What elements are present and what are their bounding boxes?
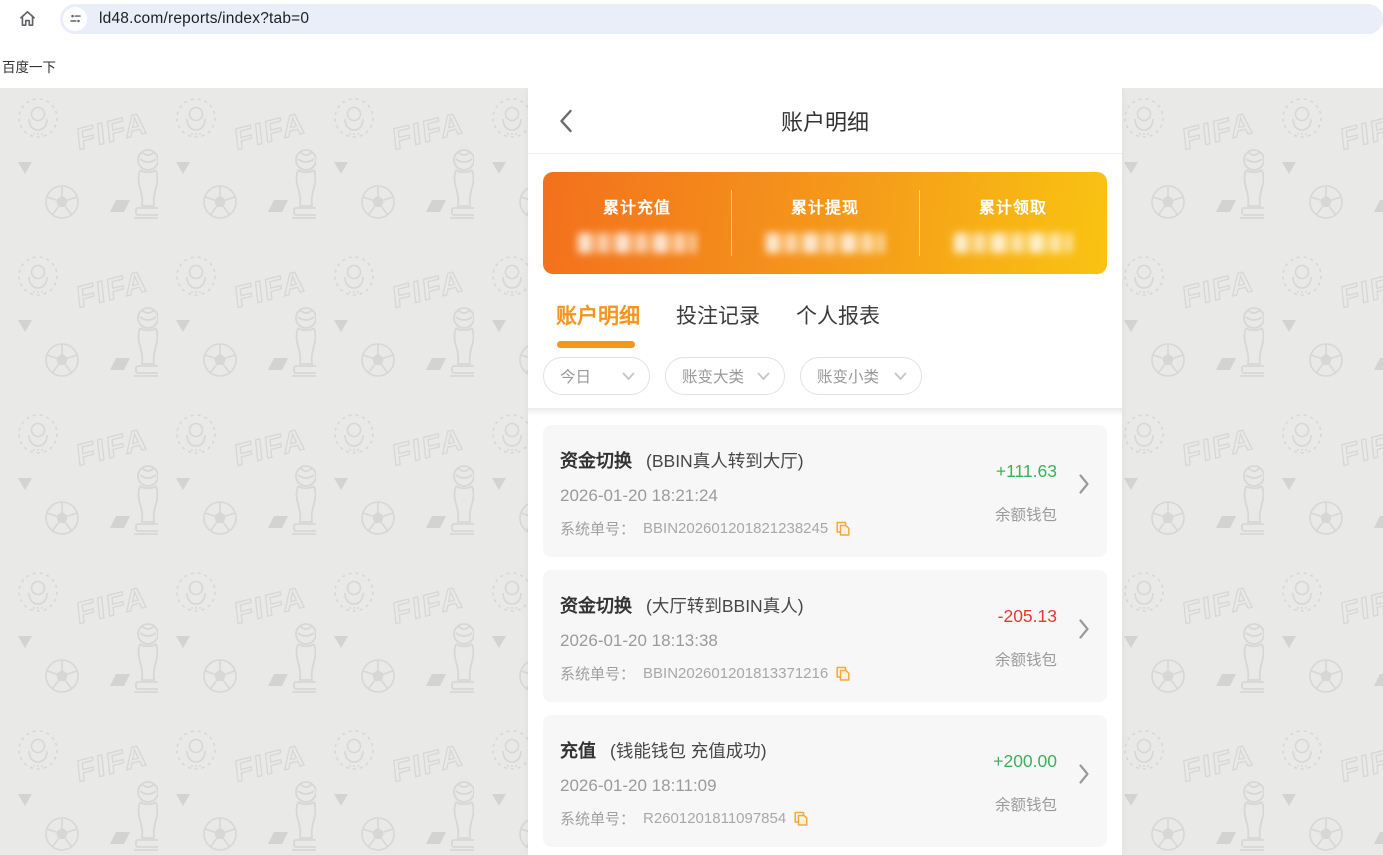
- transaction-row[interactable]: 资金切换 (BBIN真人转到大厅) 2026-01-20 18:21:24 系统…: [543, 425, 1107, 557]
- stat-label: 累计领取: [978, 199, 1047, 217]
- transaction-subtitle: (钱能钱包 充值成功): [610, 741, 767, 761]
- toolbar-shadow: [528, 408, 1122, 416]
- copy-button[interactable]: [836, 521, 850, 537]
- transaction-amount-block: +200.00 余额钱包: [993, 751, 1057, 815]
- home-icon: [19, 11, 35, 26]
- tab-account-detail[interactable]: 账户明细: [556, 300, 640, 348]
- transaction-subtitle: (BBIN真人转到大厅): [646, 451, 804, 471]
- filter-label: 账变小类: [817, 369, 880, 386]
- copy-button[interactable]: [794, 811, 808, 827]
- stat-label: 累计充值: [602, 199, 671, 217]
- order-number: R2601201811097854: [643, 810, 787, 827]
- order-label: 系统单号：: [560, 666, 636, 683]
- filter-minor-type-dropdown[interactable]: 账变小类: [800, 357, 922, 395]
- transaction-amount: +111.63: [995, 461, 1057, 481]
- transaction-type: 资金切换: [560, 596, 632, 616]
- order-number: BBIN202601201813371216: [643, 665, 829, 682]
- order-label: 系统单号：: [560, 811, 636, 828]
- stat-value-redacted: [954, 232, 1072, 253]
- copy-icon: [836, 666, 850, 681]
- stat-value-redacted: [766, 232, 884, 253]
- bookmarks-bar: 百度一下: [0, 37, 1383, 88]
- stat-total-deposit: 累计充值: [543, 172, 731, 274]
- wallet-label: 余额钱包: [994, 507, 1057, 524]
- transaction-list: 资金切换 (BBIN真人转到大厅) 2026-01-20 18:21:24 系统…: [528, 416, 1122, 855]
- transaction-subtitle: (大厅转到BBIN真人): [646, 596, 804, 616]
- filter-date-dropdown[interactable]: 今日: [543, 357, 650, 395]
- back-button[interactable]: [550, 105, 582, 137]
- copy-icon: [794, 811, 808, 826]
- tune-icon: [69, 14, 81, 23]
- wallet-label: 余额钱包: [994, 652, 1057, 669]
- transaction-amount: -205.13: [997, 606, 1057, 626]
- transaction-type: 充值: [560, 741, 596, 761]
- home-button[interactable]: [8, 3, 46, 35]
- stat-total-withdrawal: 累计提现: [731, 172, 919, 274]
- copy-icon: [836, 521, 850, 536]
- wallet-label: 余额钱包: [994, 797, 1057, 814]
- page-title: 账户明细: [780, 109, 869, 135]
- transaction-amount: +200.00: [993, 751, 1057, 771]
- filter-label: 今日: [560, 369, 592, 386]
- url-bar[interactable]: ld48.com/reports/index?tab=0: [60, 3, 1383, 34]
- url-text: ld48.com/reports/index?tab=0: [99, 9, 310, 27]
- stat-value-redacted: [578, 232, 696, 253]
- report-tabs: 账户明细 投注记录 个人报表: [556, 300, 1122, 348]
- tab-personal-report[interactable]: 个人报表: [796, 300, 880, 332]
- chevron-down-icon: [757, 372, 770, 380]
- stat-total-claimed: 累计领取: [919, 172, 1107, 274]
- stat-label: 累计提现: [790, 199, 859, 217]
- filter-major-type-dropdown[interactable]: 账变大类: [665, 357, 785, 395]
- order-label: 系统单号：: [560, 521, 636, 538]
- chevron-left-icon: [560, 109, 572, 132]
- order-number: BBIN202601201821238245: [643, 520, 829, 537]
- page-content: FIFA: [0, 88, 1383, 855]
- browser-toolbar: ld48.com/reports/index?tab=0: [0, 0, 1383, 37]
- chevron-down-icon: [622, 372, 635, 380]
- bookmark-baidu-link[interactable]: 百度一下: [2, 56, 56, 76]
- transaction-type: 资金切换: [560, 451, 632, 471]
- account-detail-panel: 账户明细 累计充值 累计提现 累计领取 账户明细 投注记录 个人报表 今日 账变…: [528, 88, 1122, 855]
- chevron-right-icon: [1079, 474, 1089, 494]
- transaction-row[interactable]: 资金切换 (大厅转到BBIN真人) 2026-01-20 18:13:38 系统…: [543, 570, 1107, 702]
- cumulative-stats-card: 累计充值 累计提现 累计领取: [543, 172, 1107, 274]
- chevron-right-icon: [1079, 619, 1089, 639]
- chevron-down-icon: [894, 372, 907, 380]
- site-settings-button[interactable]: [63, 6, 87, 31]
- transaction-amount-block: -205.13 余额钱包: [995, 606, 1057, 670]
- transaction-row[interactable]: 充值 (钱能钱包 充值成功) 2026-01-20 18:11:09 系统单号：…: [543, 715, 1107, 847]
- panel-header: 账户明细: [528, 88, 1122, 154]
- chevron-right-icon: [1079, 764, 1089, 784]
- transaction-amount-block: +111.63 余额钱包: [995, 461, 1057, 525]
- filter-bar: 今日 账变大类 账变小类: [543, 357, 1122, 395]
- tab-bet-records[interactable]: 投注记录: [676, 300, 760, 332]
- filter-label: 账变大类: [682, 369, 745, 386]
- copy-button[interactable]: [836, 666, 850, 682]
